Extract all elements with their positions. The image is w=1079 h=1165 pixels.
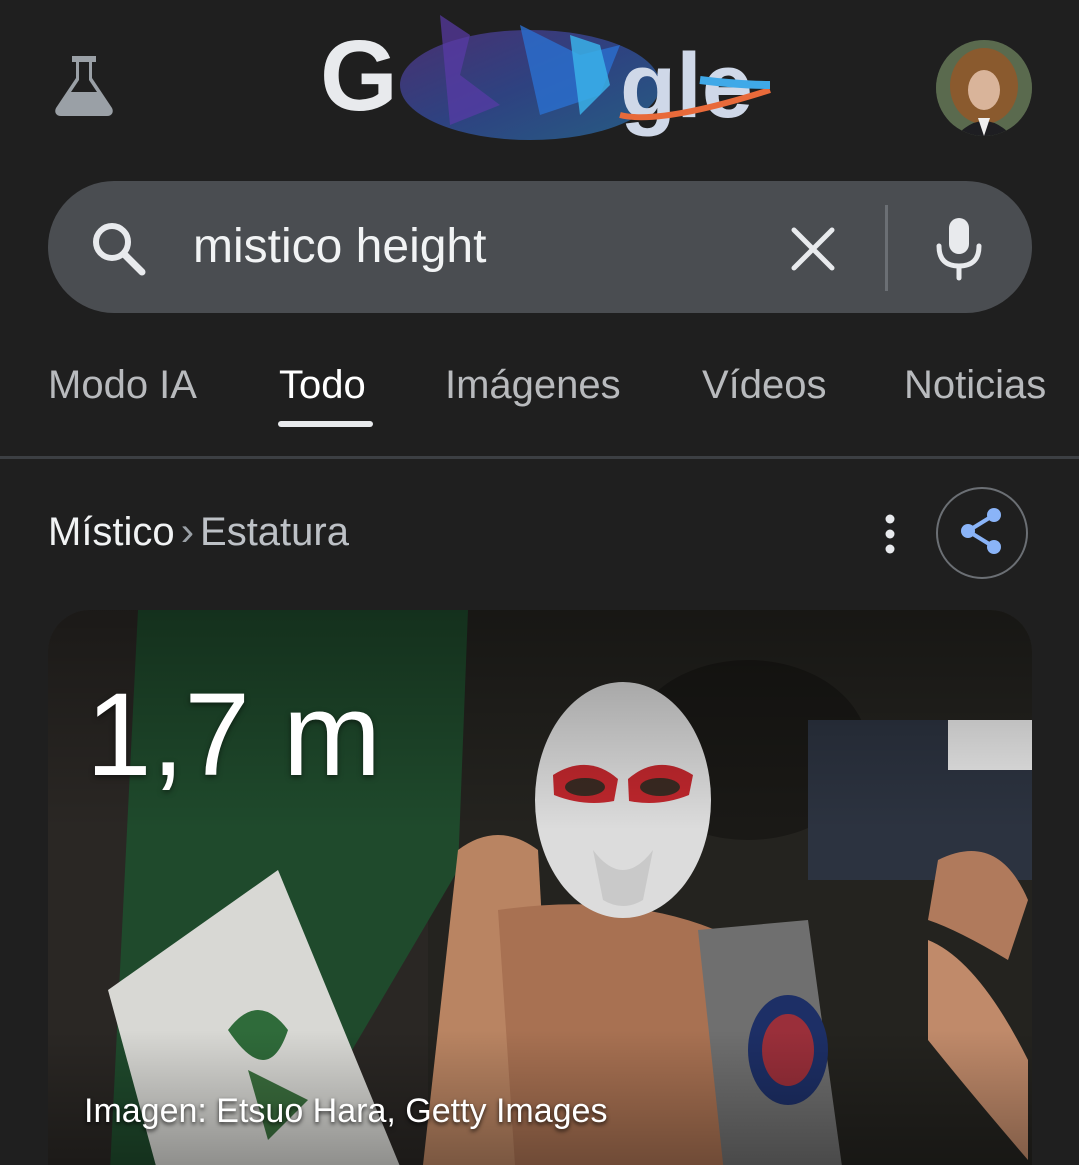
breadcrumb-separator: › — [180, 510, 195, 554]
close-icon[interactable] — [782, 218, 844, 280]
share-button[interactable] — [936, 487, 1028, 579]
image-credit: Imagen: Etsuo Hara, Getty Images — [84, 1092, 608, 1130]
tab-videos[interactable]: Vídeos — [702, 360, 827, 410]
search-divider — [885, 205, 888, 291]
google-doodle-logo[interactable]: G gle — [320, 5, 780, 155]
search-input[interactable]: mistico height — [193, 218, 486, 276]
search-results-page: G gle mistico height Modo IA Todo Imágen… — [0, 0, 1079, 1165]
breadcrumb-entity[interactable]: Místico — [48, 510, 175, 554]
tab-noticias[interactable]: Noticias — [904, 360, 1046, 410]
breadcrumb: Místico › Estatura — [48, 508, 349, 556]
tab-modo-ia[interactable]: Modo IA — [48, 360, 197, 410]
active-tab-indicator — [278, 421, 373, 427]
microphone-icon[interactable] — [928, 212, 990, 284]
height-answer-card[interactable]: 1,7 m Imagen: Etsuo Hara, Getty Images — [48, 610, 1032, 1165]
search-tabs: Modo IA Todo Imágenes Vídeos Noticias — [0, 330, 1079, 458]
logo-letter-g: G — [320, 20, 398, 132]
share-icon — [956, 505, 1008, 562]
breadcrumb-attribute: Estatura — [200, 510, 349, 554]
search-icon[interactable] — [88, 218, 150, 280]
tab-todo[interactable]: Todo — [279, 360, 366, 410]
avatar[interactable] — [936, 40, 1032, 136]
tabs-divider — [0, 456, 1079, 459]
more-vert-icon[interactable] — [870, 510, 910, 558]
height-value: 1,7 m — [86, 669, 382, 801]
flask-icon[interactable] — [50, 50, 118, 118]
tab-imagenes[interactable]: Imágenes — [445, 360, 621, 410]
